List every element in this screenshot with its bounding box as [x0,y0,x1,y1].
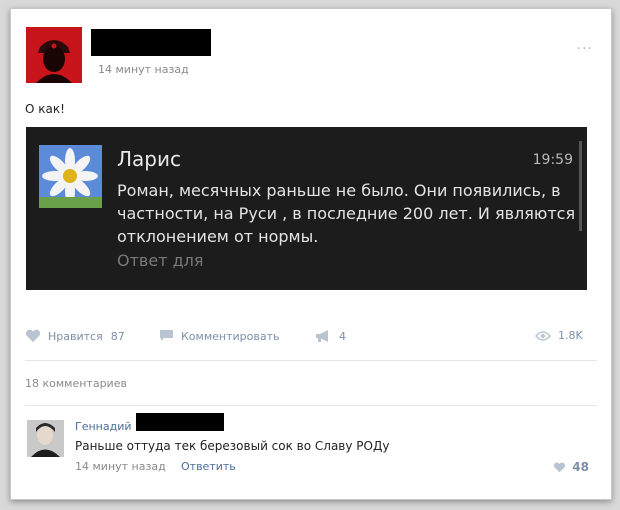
reply-field: Ответ для [117,251,204,270]
embed-scrollbar [579,141,582,231]
daisy-avatar-image [39,145,102,208]
share-button[interactable]: 4 [315,329,346,343]
more-options-icon[interactable]: ... [577,37,593,53]
heart-icon [25,329,41,342]
comment-like-count: 48 [572,460,589,474]
views-counter: 1.8K [535,329,583,342]
megaphone-icon [316,330,328,342]
like-label: Нравится [48,329,103,343]
comment-icon [160,330,173,341]
comment-text: Раньше оттуда тек березовый сок во Славу… [75,439,390,453]
redacted-author-name [91,29,211,56]
heart-icon [554,462,566,472]
post-actions: Нравится 87 Комментировать 4 1.8K [25,326,595,346]
commenter-name[interactable]: Геннадий [75,420,132,433]
message-time: 19:59 [532,152,573,168]
divider [25,360,597,361]
comment-time[interactable]: 14 минут назад [75,460,166,473]
message-text: Роман, месячных раньше не было. Они появ… [117,181,576,246]
comment-label: Комментировать [181,329,280,343]
comments-count[interactable]: 18 комментариев [25,377,127,390]
share-count: 4 [339,329,346,343]
embedded-screenshot[interactable]: Ларис 19:59 Роман, месячных раньше не бы… [26,127,587,290]
comment-reply-button[interactable]: Ответить [181,460,236,473]
author-avatar[interactable] [26,27,82,83]
comment-like-button[interactable]: 48 [553,460,589,474]
post-time[interactable]: 14 минут назад [98,63,189,76]
commenter-avatar[interactable] [27,420,64,457]
divider [25,405,597,406]
redacted-commenter-surname [136,413,224,431]
like-button[interactable]: Нравится 87 [25,329,125,343]
message-sender-name: Ларис [117,147,181,171]
comment-button[interactable]: Комментировать [159,329,279,343]
post-card: 14 минут назад ... О как! Ларис 19:59 Ро… [10,8,612,500]
post-text: О как! [25,102,65,116]
reply-fade [196,247,256,277]
like-count: 87 [110,329,125,343]
eye-icon [535,330,551,341]
views-count: 1.8K [558,329,583,342]
